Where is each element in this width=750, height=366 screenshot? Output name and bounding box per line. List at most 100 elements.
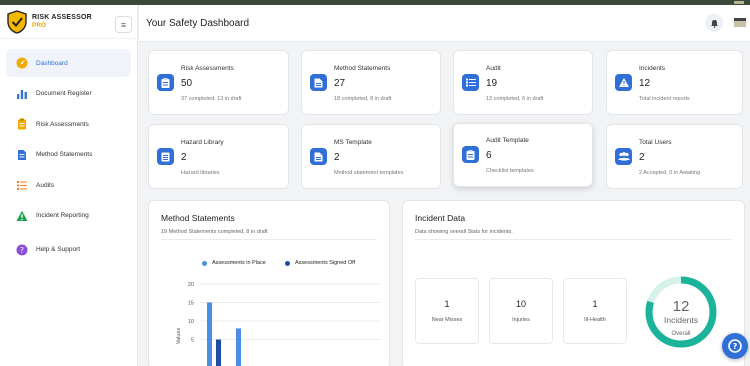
clipboard-icon — [157, 74, 174, 91]
warning-icon — [16, 210, 28, 222]
sidebar-item-dashboard[interactable]: Dashboard — [6, 49, 131, 77]
stat-title: Method Statements — [334, 65, 391, 72]
stat-desc: Total incident reports — [639, 96, 690, 102]
legend-label: Assessments Signed Off — [295, 260, 356, 266]
bar-chart-icon — [16, 88, 28, 100]
incident-label: Injuries — [512, 317, 530, 323]
brand-name: RISK ASSESSOR — [32, 13, 92, 21]
sidebar-item-help-support[interactable]: ? Help & Support — [6, 236, 131, 264]
question-icon: ? — [728, 339, 742, 353]
warning-icon — [615, 74, 632, 91]
stat-card-ms-template[interactable]: MS Template 2 Method statement templates — [301, 124, 441, 189]
stat-title: Hazard Library — [181, 139, 224, 146]
stat-card-incidents[interactable]: Incidents 12 Total incident reports — [606, 50, 743, 115]
users-icon — [615, 148, 632, 165]
window-thumb — [734, 1, 744, 4]
stat-card-method-statements[interactable]: Method Statements 27 18 completed, 8 in … — [301, 50, 441, 115]
legend-item-assessments-in-place[interactable]: Assessments in Place — [202, 260, 266, 266]
legend-item-assessments-signed-off[interactable]: Assessments Signed Off — [285, 260, 355, 266]
clipboard-icon — [462, 146, 479, 163]
document-icon — [310, 148, 327, 165]
bar-assessments-signed-off[interactable] — [216, 339, 221, 366]
ring-sublabel: Overall — [671, 331, 690, 337]
bar-assessments-in-place[interactable] — [236, 328, 241, 366]
document-icon — [310, 74, 327, 91]
panel-title: Incident Data — [415, 213, 466, 223]
y-tick-label: 5 — [191, 338, 194, 344]
stat-value: 50 — [181, 78, 193, 89]
sidebar-item-label: Document Register — [36, 90, 92, 97]
stat-desc: Hazard libraries — [181, 170, 220, 176]
stat-title: Audit Template — [486, 137, 529, 144]
stat-value: 2 — [639, 152, 645, 163]
sidebar-item-risk-assessments[interactable]: Risk Assessments — [6, 110, 131, 138]
stat-card-hazard-library[interactable]: Hazard Library 2 Hazard libraries — [148, 124, 289, 189]
help-chat-button[interactable]: ? — [722, 333, 748, 359]
stat-title: Incidents — [639, 65, 666, 72]
incident-label: Ill-Health — [584, 317, 606, 323]
divider — [161, 239, 377, 240]
incident-value: 1 — [444, 299, 450, 309]
incidents-ring: 12 Incidents Overall — [645, 276, 717, 348]
incident-value: 1 — [592, 299, 598, 309]
ring-label: Incidents — [664, 315, 698, 325]
method-statements-chart: Values 20 15 10 5 — [176, 282, 380, 366]
incident-card-ill-health[interactable]: 1 Ill-Health — [563, 278, 627, 344]
y-axis-label: Values — [176, 328, 182, 345]
incident-card-near-misses[interactable]: 1 Near Misses — [415, 278, 479, 344]
sidebar-item-audits[interactable]: Audits — [6, 171, 131, 199]
y-tick-label: 15 — [188, 301, 194, 307]
sidebar: RISK ASSESSOR PRO ≡ Dashboard Document R… — [0, 5, 138, 366]
sidebar-item-document-register[interactable]: Document Register — [6, 80, 131, 108]
svg-text:?: ? — [20, 245, 24, 254]
sidebar-item-label: Help & Support — [36, 246, 81, 253]
stat-title: MS Template — [334, 139, 372, 146]
sidebar-item-label: Dashboard — [36, 59, 68, 67]
sidebar-item-label: Method Statements — [36, 151, 93, 158]
book-icon — [157, 148, 174, 165]
stat-card-total-users[interactable]: Total Users 2 2 Accepted, 0 in Awaiting — [606, 124, 743, 189]
panel-subtitle: Data showing overall Stats for incidents… — [415, 229, 513, 235]
stat-value: 2 — [181, 152, 187, 163]
brand-sub: PRO — [32, 21, 47, 29]
stat-card-risk-assessments[interactable]: Risk Assessments 50 37 completed, 13 in … — [148, 50, 289, 115]
svg-text:?: ? — [733, 342, 738, 351]
menu-toggle-button[interactable]: ≡ — [115, 16, 132, 33]
stat-title: Audit — [486, 65, 501, 72]
help-icon: ? — [16, 244, 28, 256]
stat-desc: 18 completed, 8 in draft — [334, 96, 392, 102]
legend-label: Assessments in Place — [212, 260, 266, 266]
list-icon — [462, 74, 479, 91]
incident-value: 10 — [515, 299, 526, 309]
sidebar-item-incident-reporting[interactable]: Incident Reporting — [6, 202, 131, 230]
shield-logo-icon — [7, 9, 27, 34]
incident-card-injuries[interactable]: 10 Injuries — [489, 278, 553, 344]
stat-card-audit[interactable]: Audit 19 13 completed, 6 in draft — [453, 50, 593, 115]
panel-subtitle: 19 Method Statements completed, 8 in dra… — [161, 229, 268, 235]
sidebar-item-label: Audits — [36, 181, 55, 189]
stat-desc: 2 Accepted, 0 in Awaiting — [639, 170, 701, 176]
page-title: Your Safety Dashboard — [146, 17, 250, 29]
bar-assessments-in-place[interactable] — [207, 302, 212, 366]
stat-desc: Method statement templates — [334, 170, 404, 176]
panel-title: Method Statements — [161, 213, 235, 223]
sidebar-item-label: Risk Assessments — [36, 120, 89, 128]
stat-desc: 37 completed, 13 in draft — [181, 96, 242, 102]
clipboard-icon — [16, 118, 28, 130]
header: Your Safety Dashboard — [139, 5, 750, 42]
stat-desc: 13 completed, 6 in draft — [486, 96, 544, 102]
sidebar-item-method-statements[interactable]: Method Statements — [6, 141, 131, 169]
stat-value: 27 — [334, 78, 346, 89]
notifications-button[interactable] — [705, 14, 723, 32]
sidebar-nav: Dashboard Document Register Risk Assessm… — [0, 49, 137, 264]
stat-value: 19 — [486, 78, 498, 89]
avatar[interactable] — [734, 18, 746, 27]
stat-title: Risk Assessments — [181, 65, 234, 72]
stat-value: 2 — [334, 152, 340, 163]
incident-label: Near Misses — [431, 317, 463, 323]
gauge-icon — [16, 57, 28, 69]
bell-icon — [710, 19, 718, 28]
stat-card-audit-template[interactable]: Audit Template 6 Checklist templates — [453, 123, 593, 187]
ring-value: 12 — [673, 298, 690, 315]
y-tick-label: 10 — [188, 319, 194, 325]
